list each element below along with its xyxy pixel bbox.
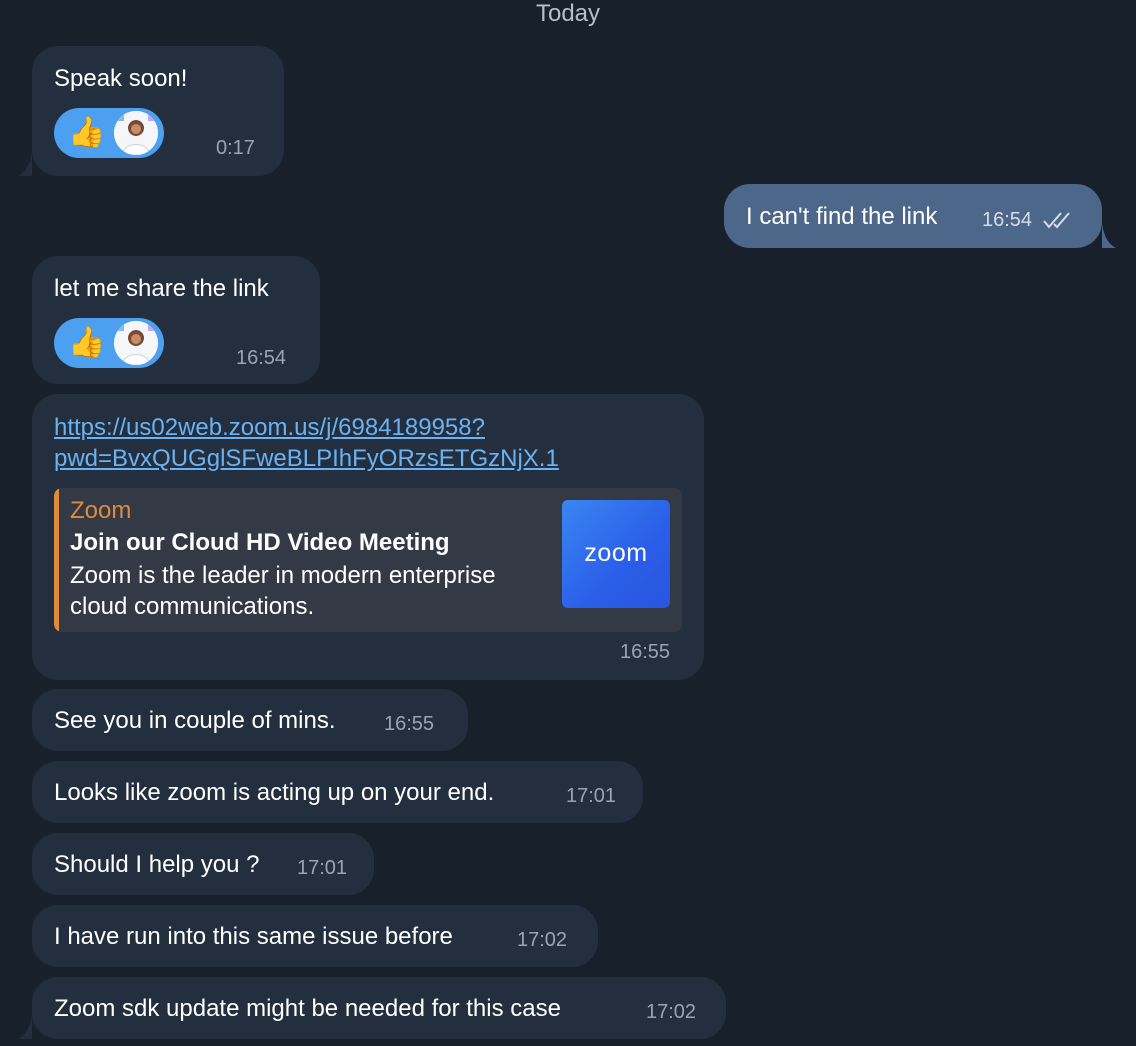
message-text: See you in couple of mins. bbox=[54, 707, 336, 734]
preview-accent-bar bbox=[54, 488, 59, 632]
message-bubble[interactable]: I have run into this same issue before 1… bbox=[32, 905, 598, 967]
message-bubble[interactable]: Zoom sdk update might be needed for this… bbox=[18, 977, 726, 1039]
message-time: 0:17 bbox=[216, 137, 255, 159]
message-time: 17:02 bbox=[646, 1001, 697, 1023]
zoom-logo-thumbnail: zoom bbox=[562, 500, 670, 608]
thumbs-up-icon: 👍 bbox=[68, 326, 106, 359]
reactions-pill[interactable]: 👍 bbox=[54, 318, 164, 368]
bubble-tail bbox=[18, 152, 46, 176]
message-text: Looks like zoom is acting up on your end… bbox=[54, 779, 495, 806]
bubble-tail bbox=[1088, 224, 1116, 248]
message-bubble[interactable]: See you in couple of mins. 16:55 bbox=[32, 689, 468, 751]
message-bubble-outgoing[interactable]: I can't find the link 16:54 bbox=[724, 184, 1116, 248]
message-bubble-link[interactable]: https://us02web.zoom.us/j/6984189958? pw… bbox=[32, 394, 704, 680]
message-bubble[interactable]: let me share the link 👍 16:54 bbox=[32, 256, 320, 384]
message-time: 17:01 bbox=[566, 785, 617, 807]
message-text: Zoom sdk update might be needed for this… bbox=[54, 995, 561, 1022]
message-time: 16:55 bbox=[384, 713, 435, 735]
message-text: Speak soon! bbox=[54, 65, 188, 92]
preview-title: Join our Cloud HD Video Meeting bbox=[70, 529, 450, 556]
link-preview[interactable]: Zoom Join our Cloud HD Video Meeting Zoo… bbox=[54, 488, 682, 632]
message-text: Should I help you ? bbox=[54, 851, 260, 878]
double-check-icon bbox=[1042, 210, 1076, 230]
message-bubble[interactable]: Should I help you ? 17:01 bbox=[32, 833, 374, 895]
message-time: 16:54 bbox=[982, 209, 1033, 231]
message-time: 17:02 bbox=[517, 929, 568, 951]
message-text: I can't find the link bbox=[746, 203, 938, 230]
avatar bbox=[114, 321, 158, 365]
link-line-1[interactable]: https://us02web.zoom.us/j/6984189958? bbox=[54, 412, 485, 443]
message-text: I have run into this same issue before bbox=[54, 923, 453, 950]
thumbs-up-icon: 👍 bbox=[68, 116, 106, 149]
message-bubble[interactable]: Speak soon! 👍 0:17 bbox=[18, 46, 284, 176]
zoom-logo-text: zoom bbox=[584, 539, 648, 567]
preview-site-name: Zoom bbox=[70, 497, 132, 524]
date-header: Today bbox=[535, 0, 601, 27]
message-time: 16:54 bbox=[236, 347, 287, 369]
message-time: 17:01 bbox=[297, 857, 348, 879]
message-time: 16:55 bbox=[620, 641, 671, 663]
message-text: let me share the link bbox=[54, 275, 269, 302]
avatar bbox=[114, 111, 158, 155]
reactions-pill[interactable]: 👍 bbox=[54, 108, 164, 158]
preview-description: Zoom is the leader in modern enterprise … bbox=[70, 562, 496, 620]
bubble-tail bbox=[18, 1015, 46, 1039]
link-line-2[interactable]: pwd=BvxQUGglSFweBLPIhFyORzsETGzNjX.1 bbox=[54, 443, 559, 474]
message-bubble[interactable]: Looks like zoom is acting up on your end… bbox=[32, 761, 643, 823]
